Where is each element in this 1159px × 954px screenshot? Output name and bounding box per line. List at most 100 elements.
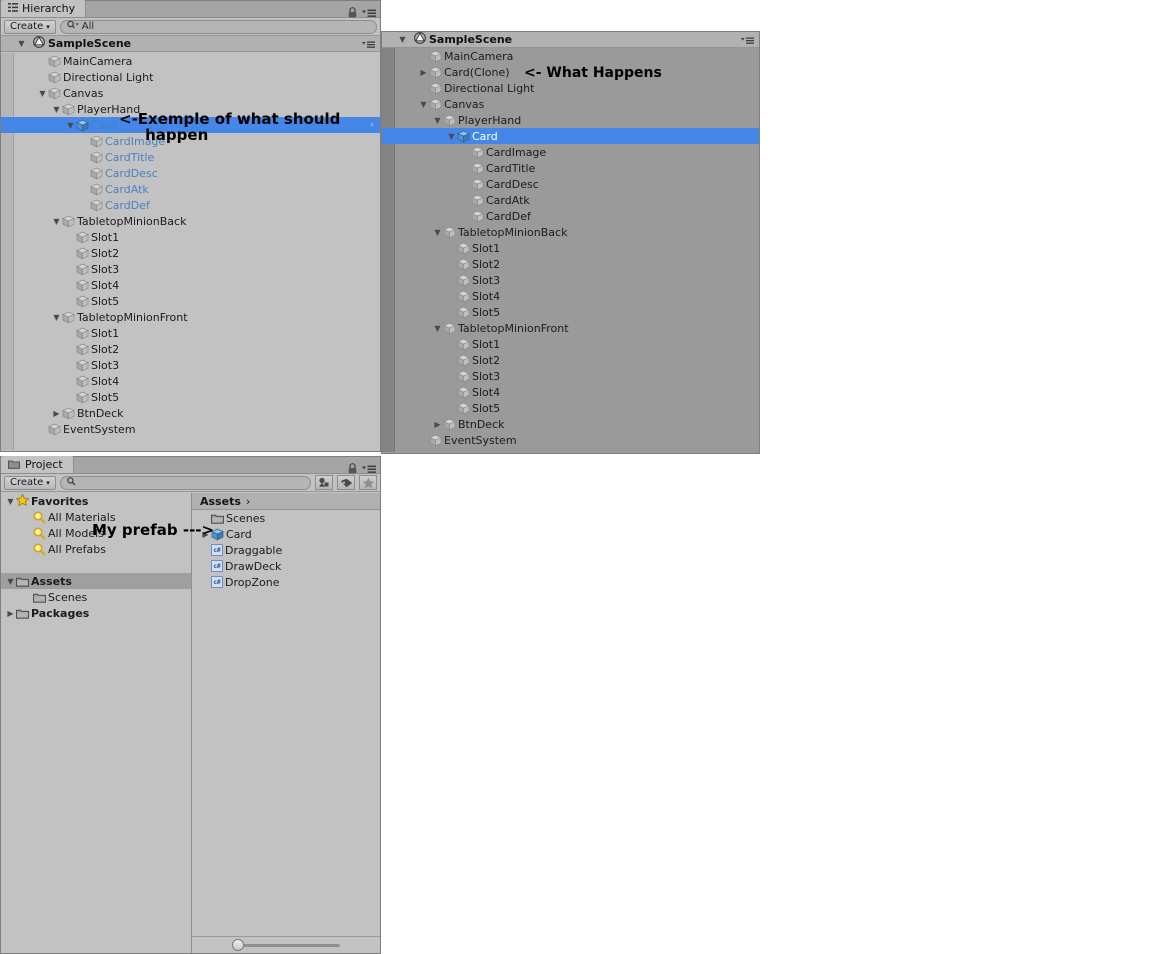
zoom-slider-knob[interactable] — [232, 938, 244, 951]
hierarchy-row[interactable]: ▶CardDef — [382, 208, 759, 224]
project-search-input[interactable] — [59, 475, 311, 490]
project-folder-tree[interactable]: ▼Favorites▶All Materials▶All Models▶All … — [1, 492, 191, 621]
hierarchy-row[interactable]: ▶Slot5 — [382, 400, 759, 416]
hierarchy-row[interactable]: ▶Directional Light — [1, 69, 380, 85]
tab-project[interactable]: Project — [1, 456, 74, 473]
hierarchy-row[interactable]: ▶Slot1 — [382, 240, 759, 256]
hierarchy-row[interactable]: ▶Slot2 — [1, 245, 380, 261]
create-button-project[interactable]: Create ▾ — [4, 475, 56, 490]
hierarchy-row[interactable]: ▼ TabletopMinionFront — [382, 320, 759, 336]
expand-arrow-open[interactable]: ▼ — [51, 312, 62, 323]
project-assets-column[interactable]: Assets › ▶Scenes▶Card▶c#Draggable▶c#Draw… — [192, 493, 380, 953]
expand-arrow-open[interactable]: ▼ — [5, 576, 16, 587]
scene-expand-arrow[interactable]: ▼ — [16, 38, 27, 49]
hierarchy-search-input[interactable]: All — [59, 19, 377, 34]
hierarchy-row[interactable]: ▶ BtnDeck — [1, 405, 380, 421]
hierarchy-row[interactable]: ▶Slot2 — [382, 256, 759, 272]
hierarchy-row[interactable]: ▶CardDesc — [382, 176, 759, 192]
hierarchy-row[interactable]: ▶Slot4 — [382, 384, 759, 400]
hierarchy-row[interactable]: ▶Slot4 — [1, 373, 380, 389]
hierarchy-row[interactable]: ▶Slot5 — [1, 389, 380, 405]
hierarchy-row[interactable]: ▶CardDesc — [1, 165, 380, 181]
scene-header-right[interactable]: ▼ SampleScene — [382, 32, 759, 48]
project-tree-row[interactable]: ▶Scenes — [1, 589, 191, 605]
asset-row[interactable]: ▶Scenes — [192, 510, 380, 526]
hierarchy-row[interactable]: ▶Slot3 — [382, 272, 759, 288]
expand-arrow-open[interactable]: ▼ — [432, 227, 443, 238]
hierarchy-row[interactable]: ▶CardAtk — [382, 192, 759, 208]
hierarchy-row[interactable]: ▶Slot2 — [382, 352, 759, 368]
hierarchy-row[interactable]: ▶Slot3 — [1, 261, 380, 277]
hierarchy-row[interactable]: ▶CardImage — [382, 144, 759, 160]
hierarchy-row[interactable]: ▼ PlayerHand — [382, 112, 759, 128]
expand-arrow-open[interactable]: ▼ — [5, 496, 16, 507]
create-button-hierarchy[interactable]: Create ▾ — [4, 19, 56, 34]
tab-hierarchy[interactable]: Hierarchy — [1, 0, 87, 17]
expand-arrow-closed[interactable]: ▶ — [418, 67, 429, 78]
project-tree-row[interactable]: ▼ Assets — [1, 573, 191, 589]
hierarchy-row[interactable]: ▶Slot3 — [382, 368, 759, 384]
hierarchy-row[interactable]: ▶CardAtk — [1, 181, 380, 197]
search-dropdown-icon[interactable] — [67, 20, 80, 33]
panel-menu-icon[interactable] — [362, 3, 376, 22]
asset-list[interactable]: ▶Scenes▶Card▶c#Draggable▶c#DrawDeck▶c#Dr… — [192, 510, 380, 590]
hierarchy-row[interactable]: ▶Slot4 — [1, 277, 380, 293]
project-zoom-slider[interactable] — [192, 936, 380, 953]
expand-arrow-closed[interactable]: ▶ — [51, 408, 62, 419]
panel-menu-icon[interactable] — [362, 459, 376, 478]
project-tree-row[interactable]: ▶ Packages — [1, 605, 191, 621]
hierarchy-tree-right[interactable]: ▶MainCamera▶Card(Clone)▶Directional Ligh… — [382, 48, 759, 448]
hierarchy-row[interactable]: ▶Slot5 — [382, 304, 759, 320]
hierarchy-row[interactable]: ▶CardTitle — [382, 160, 759, 176]
hierarchy-row[interactable]: ▶ BtnDeck — [382, 416, 759, 432]
asset-row[interactable]: ▶c#DrawDeck — [192, 558, 380, 574]
expand-arrow-closed[interactable]: ▶ — [432, 419, 443, 430]
hierarchy-row[interactable]: ▼ Canvas — [1, 85, 380, 101]
hierarchy-row[interactable]: ▶Slot5 — [1, 293, 380, 309]
scene-header-left[interactable]: ▼ SampleScene — [1, 36, 380, 52]
expand-arrow-closed[interactable]: ▶ — [5, 608, 16, 619]
expand-arrow-open[interactable]: ▼ — [51, 216, 62, 227]
hierarchy-row[interactable]: ▼ TabletopMinionBack — [1, 213, 380, 229]
hierarchy-row[interactable]: ▶EventSystem — [382, 432, 759, 448]
asset-row[interactable]: ▶c#Draggable — [192, 542, 380, 558]
scene-expand-arrow-right[interactable]: ▼ — [397, 34, 408, 45]
open-prefab-chevron-icon[interactable]: › — [370, 120, 374, 130]
hierarchy-row[interactable]: ▶Slot1 — [1, 325, 380, 341]
scene-menu-icon-left[interactable] — [362, 39, 375, 52]
hierarchy-row[interactable]: ▶CardDef — [1, 197, 380, 213]
expand-arrow-open[interactable]: ▼ — [37, 88, 48, 99]
project-tree-column[interactable]: ▼Favorites▶All Materials▶All Models▶All … — [1, 492, 191, 953]
expand-arrow-open[interactable]: ▼ — [418, 99, 429, 110]
expand-arrow-open[interactable]: ▼ — [446, 131, 457, 142]
project-tree-row[interactable]: ▼ Favorites — [1, 492, 191, 509]
hierarchy-row[interactable]: ▼ Canvas — [382, 96, 759, 112]
scene-menu-icon-right[interactable] — [741, 35, 754, 48]
expand-arrow-open[interactable]: ▼ — [51, 104, 62, 115]
lock-icon[interactable] — [348, 3, 357, 22]
lock-icon[interactable] — [348, 459, 357, 478]
asset-row[interactable]: ▶ Card — [192, 526, 380, 542]
hierarchy-row[interactable]: ▶EventSystem — [1, 421, 380, 437]
hierarchy-row[interactable]: ▶Directional Light — [382, 80, 759, 96]
hierarchy-row[interactable]: ▶MainCamera — [382, 48, 759, 64]
hierarchy-row[interactable]: ▶Slot1 — [1, 229, 380, 245]
hierarchy-row[interactable]: ▶CardTitle — [1, 149, 380, 165]
hierarchy-row[interactable]: ▶MainCamera — [1, 53, 380, 69]
project-tree-row[interactable]: ▶All Prefabs — [1, 541, 191, 557]
hierarchy-row[interactable]: ▶Slot2 — [1, 341, 380, 357]
expand-arrow-open[interactable]: ▼ — [65, 120, 76, 131]
hierarchy-row[interactable]: ▼ Card — [382, 128, 759, 144]
hierarchy-row[interactable]: ▼ TabletopMinionFront — [1, 309, 380, 325]
hierarchy-row[interactable]: ▶Slot4 — [382, 288, 759, 304]
asset-row[interactable]: ▶c#DropZone — [192, 574, 380, 590]
expand-arrow-open[interactable]: ▼ — [432, 323, 443, 334]
expand-arrow-open[interactable]: ▼ — [432, 115, 443, 126]
breadcrumb[interactable]: Assets › — [192, 493, 380, 510]
hierarchy-row[interactable]: ▶Slot1 — [382, 336, 759, 352]
hierarchy-row[interactable]: ▶Slot3 — [1, 357, 380, 373]
filter-by-type-icon[interactable] — [315, 475, 333, 490]
hierarchy-row[interactable]: ▼ TabletopMinionBack — [382, 224, 759, 240]
slider-track[interactable] — [232, 938, 340, 951]
project-tree-row[interactable]: ▶ — [1, 557, 191, 573]
